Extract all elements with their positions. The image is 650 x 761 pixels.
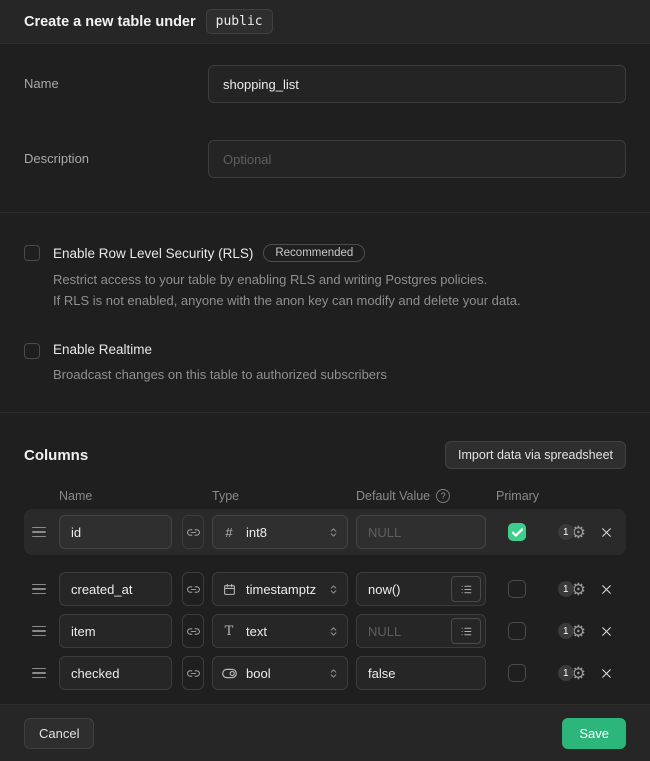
recommended-badge: Recommended xyxy=(263,244,365,262)
table-details-section: Name Description xyxy=(0,44,650,212)
foreign-key-link-icon[interactable] xyxy=(182,614,204,648)
foreign-key-link-icon[interactable] xyxy=(182,656,204,690)
hash-icon: # xyxy=(221,525,237,540)
realtime-description: Broadcast changes on this table to autho… xyxy=(53,364,626,385)
rls-description-line2: If RLS is not enabled, anyone with the a… xyxy=(53,290,626,311)
table-name-input[interactable] xyxy=(208,65,626,103)
default-value-field[interactable]: false xyxy=(356,656,486,690)
settings-count-badge: 1 xyxy=(558,581,574,597)
columns-title: Columns xyxy=(24,447,88,464)
create-table-dialog: Create a new table under public Name Des… xyxy=(0,0,650,761)
column-name-input[interactable] xyxy=(59,656,172,690)
default-value-field[interactable]: NULL xyxy=(356,515,486,549)
schema-badge: public xyxy=(206,9,273,34)
header-default-value: Default Value xyxy=(356,489,430,503)
text-icon: T xyxy=(221,624,237,639)
column-name-input[interactable] xyxy=(59,515,172,549)
default-value-field[interactable]: now() xyxy=(356,572,486,606)
chevron-up-down-icon xyxy=(328,583,339,596)
column-settings-button[interactable]: 1 ⚙ xyxy=(558,581,586,598)
description-label: Description xyxy=(24,140,208,166)
columns-section: Columns Import data via spreadsheet Name… xyxy=(0,412,650,704)
description-row: Description xyxy=(24,140,626,178)
realtime-block: Enable Realtime Broadcast changes on thi… xyxy=(24,342,626,385)
foreign-key-link-icon[interactable] xyxy=(182,572,204,606)
rls-checkbox[interactable] xyxy=(24,245,40,261)
column-name-input[interactable] xyxy=(59,614,172,648)
drag-handle-icon[interactable] xyxy=(32,580,50,599)
settings-count-badge: 1 xyxy=(558,665,574,681)
cancel-button[interactable]: Cancel xyxy=(24,718,94,749)
drag-handle-icon[interactable] xyxy=(32,523,50,542)
chevron-up-down-icon xyxy=(328,667,339,680)
rls-description-line1: Restrict access to your table by enablin… xyxy=(53,269,626,290)
primary-key-checkbox[interactable] xyxy=(508,580,526,598)
column-row-id: # int8 NULL 1 xyxy=(24,509,626,555)
delete-column-button[interactable] xyxy=(596,579,616,599)
import-spreadsheet-button[interactable]: Import data via spreadsheet xyxy=(445,441,626,469)
options-section: Enable Row Level Security (RLS) Recommen… xyxy=(0,212,650,412)
header-name: Name xyxy=(59,489,172,503)
dialog-title: Create a new table under xyxy=(24,14,196,30)
delete-column-button[interactable] xyxy=(596,621,616,641)
realtime-checkbox[interactable] xyxy=(24,343,40,359)
column-type-select[interactable]: # int8 xyxy=(212,515,348,549)
column-row-checked: bool false 1 ⚙ xyxy=(24,655,626,691)
table-description-input[interactable] xyxy=(208,140,626,178)
suggestions-list-icon[interactable] xyxy=(451,618,481,644)
settings-count-badge: 1 xyxy=(558,623,574,639)
column-settings-button[interactable]: 1 ⚙ xyxy=(558,665,586,682)
dialog-header: Create a new table under public xyxy=(0,0,650,44)
delete-column-button[interactable] xyxy=(596,522,616,542)
header-primary: Primary xyxy=(496,489,552,503)
column-type-select[interactable]: T text xyxy=(212,614,348,648)
check-icon xyxy=(512,528,523,537)
chevron-up-down-icon xyxy=(328,625,339,638)
columns-table-header: Name Type Default Value ? Primary xyxy=(24,489,626,503)
calendar-icon xyxy=(221,583,237,596)
column-type-select[interactable]: timestamptz xyxy=(212,572,348,606)
drag-handle-icon[interactable] xyxy=(32,622,50,641)
rls-label: Enable Row Level Security (RLS) xyxy=(53,246,253,261)
settings-count-badge: 1 xyxy=(558,524,574,540)
column-row-item: T text NULL 1 xyxy=(24,613,626,649)
primary-key-checkbox[interactable] xyxy=(508,622,526,640)
save-button[interactable]: Save xyxy=(562,718,626,749)
drag-handle-icon[interactable] xyxy=(32,664,50,683)
toggle-icon xyxy=(221,668,237,679)
name-label: Name xyxy=(24,65,208,91)
realtime-label: Enable Realtime xyxy=(53,342,152,357)
chevron-up-down-icon xyxy=(328,526,339,539)
header-type: Type xyxy=(212,489,348,503)
column-name-input[interactable] xyxy=(59,572,172,606)
default-value-help-icon[interactable]: ? xyxy=(436,489,450,503)
suggestions-list-icon[interactable] xyxy=(451,576,481,602)
rls-block: Enable Row Level Security (RLS) Recommen… xyxy=(24,244,626,311)
delete-column-button[interactable] xyxy=(596,663,616,683)
default-value-field[interactable]: NULL xyxy=(356,614,486,648)
column-settings-button[interactable]: 1 ⚙ xyxy=(558,524,586,541)
foreign-key-link-icon[interactable] xyxy=(182,515,204,549)
column-type-select[interactable]: bool xyxy=(212,656,348,690)
column-settings-button[interactable]: 1 ⚙ xyxy=(558,623,586,640)
primary-key-checkbox[interactable] xyxy=(508,523,526,541)
primary-key-checkbox[interactable] xyxy=(508,664,526,682)
dialog-footer: Cancel Save xyxy=(0,704,650,761)
name-row: Name xyxy=(24,65,626,103)
column-row-created-at: timestamptz now() 1 ⚙ xyxy=(24,571,626,607)
